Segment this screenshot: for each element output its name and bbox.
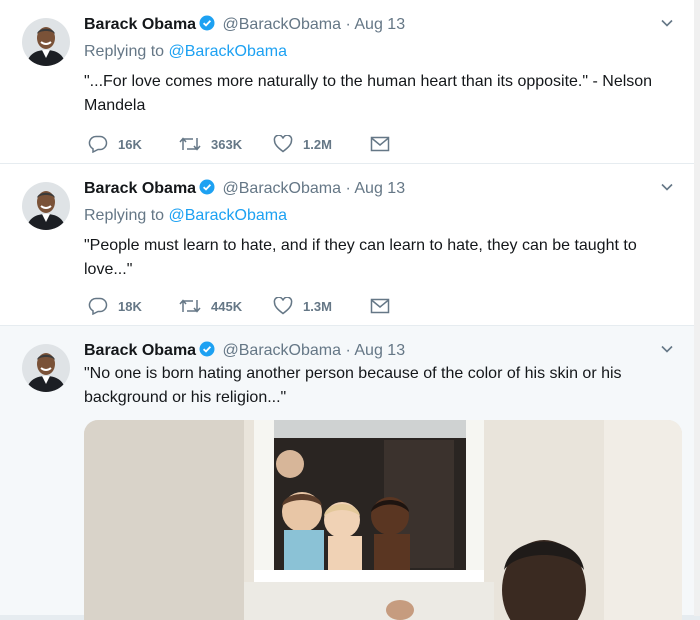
author-handle[interactable]: @BarackObama [223,342,342,359]
author-name[interactable]: Barack Obama [84,342,196,359]
verified-badge-icon [199,15,215,37]
replying-to-mention[interactable]: @BarackObama [169,43,288,60]
replying-to-mention[interactable]: @BarackObama [169,207,288,224]
scrollbar[interactable] [694,0,700,616]
envelope-icon [370,136,390,152]
tweet[interactable]: Barack Obama @BarackObama · Aug 13 Reply… [0,0,694,164]
replying-to-label: Replying to [84,43,165,60]
chevron-down-icon[interactable] [660,342,674,356]
reply-count: 16K [118,136,142,152]
like-button[interactable]: 1.3M [273,296,332,316]
direct-message-button[interactable] [370,134,400,154]
chevron-down-icon[interactable] [660,16,674,30]
retweet-count: 445K [211,298,243,314]
tweet-text: "People must learn to hate, and if they … [84,237,637,278]
author-name[interactable]: Barack Obama [84,180,196,197]
retweet-icon [179,299,201,313]
author-name[interactable]: Barack Obama [84,16,196,33]
replying-to: Replying to @BarackObama [84,43,287,61]
heart-icon [273,135,293,153]
direct-message-button[interactable] [370,296,400,316]
author-handle[interactable]: @BarackObama [223,16,342,33]
like-count: 1.2M [303,136,332,152]
tweet-photo[interactable] [84,420,682,620]
avatar[interactable] [22,18,70,66]
tweet-header: Barack Obama @BarackObama · Aug 13 [84,15,405,37]
retweet-button[interactable]: 363K [179,134,242,154]
retweet-count: 363K [211,136,243,152]
envelope-icon [370,298,390,314]
separator-dot: · [345,342,351,359]
avatar[interactable] [22,344,70,392]
replying-to-label: Replying to [84,207,165,224]
replying-to: Replying to @BarackObama [84,207,287,225]
like-count: 1.3M [303,298,332,314]
tweet-text: "No one is born hating another person be… [84,365,622,406]
reply-count: 18K [118,298,142,314]
tweet-header: Barack Obama @BarackObama · Aug 13 [84,341,405,363]
tweet-text: "...For love comes more naturally to the… [84,73,653,114]
like-button[interactable]: 1.2M [273,134,332,154]
tweet[interactable]: Barack Obama @BarackObama · Aug 13 "No o… [0,326,694,620]
verified-badge-icon [199,341,215,363]
tweet-timestamp[interactable]: Aug 13 [354,342,405,359]
reply-icon [88,297,108,315]
chevron-down-icon[interactable] [660,180,674,194]
avatar[interactable] [22,182,70,230]
author-handle[interactable]: @BarackObama [223,180,342,197]
tweet-timestamp[interactable]: Aug 13 [354,180,405,197]
timeline: Barack Obama @BarackObama · Aug 13 Reply… [0,0,694,620]
heart-icon [273,297,293,315]
tweet-header: Barack Obama @BarackObama · Aug 13 [84,179,405,201]
verified-badge-icon [199,179,215,201]
separator-dot: · [345,180,351,197]
tweet-timestamp[interactable]: Aug 13 [354,16,405,33]
retweet-button[interactable]: 445K [179,296,242,316]
tweet[interactable]: Barack Obama @BarackObama · Aug 13 Reply… [0,164,694,326]
separator-dot: · [345,16,351,33]
reply-icon [88,135,108,153]
reply-button[interactable]: 18K [88,296,142,316]
reply-button[interactable]: 16K [88,134,142,154]
retweet-icon [179,137,201,151]
